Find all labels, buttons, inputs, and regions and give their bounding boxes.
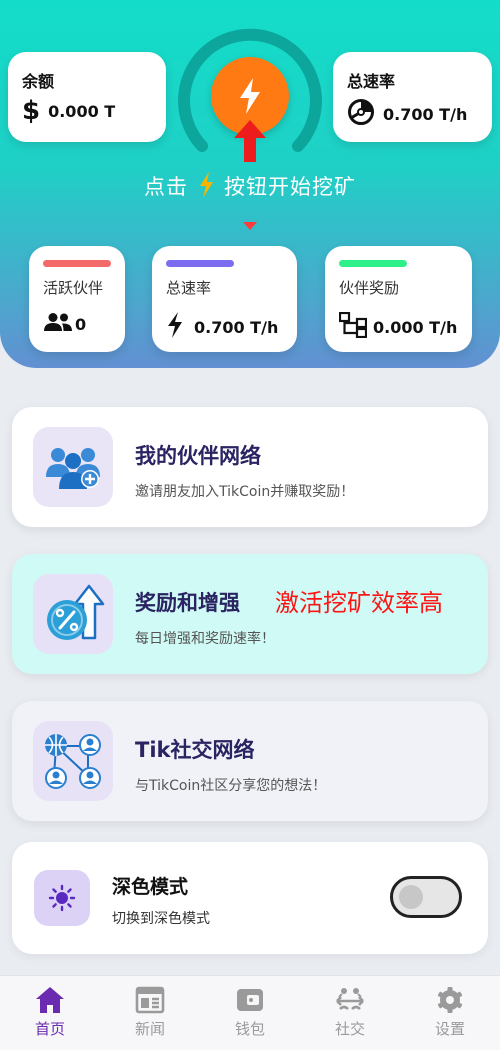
hint-bolt-icon <box>198 172 214 203</box>
social-network-icon <box>33 721 113 801</box>
settings-icon <box>437 987 463 1013</box>
balance-card: 余额 $ 0.000 T <box>8 52 166 142</box>
stat-bar <box>339 260 407 267</box>
mining-hint: 点击 按钮开始挖矿 <box>0 171 500 203</box>
bottom-nav: 首页 新闻 钱包 社交 设置 <box>0 975 500 1050</box>
add-partner-icon <box>33 427 113 507</box>
feature-title: Tik社交网络 <box>135 738 255 762</box>
stat-bar <box>43 260 111 267</box>
stat-label: 活跃伙伴 <box>43 279 104 297</box>
speed-gauge-icon <box>347 98 375 130</box>
nav-news[interactable]: 新闻 <box>115 986 185 1039</box>
partner-network-card[interactable]: 我的伙伴网络 邀请朋友加入TikCoin并赚取奖励！ <box>12 407 488 527</box>
up-arrow-icon <box>234 120 266 162</box>
nav-label: 钱包 <box>234 1020 265 1038</box>
total-rate-card: 总速率 0.700 T/h <box>333 52 492 142</box>
feature-title: 奖励和增强 <box>135 591 240 615</box>
news-icon <box>135 986 165 1014</box>
hint-text-before: 点击 <box>144 175 188 199</box>
down-pointer-icon <box>243 222 257 230</box>
stat-bar <box>166 260 234 267</box>
dark-mode-title: 深色模式 <box>112 876 189 898</box>
feature-subtitle: 邀请朋友加入TikCoin并赚取奖励！ <box>135 484 355 500</box>
balance-title: 余额 <box>22 72 55 91</box>
promo-text: 激活挖矿效率高 <box>275 589 443 617</box>
nav-social[interactable]: 社交 <box>315 986 385 1039</box>
dollar-icon: $ <box>22 96 41 126</box>
nav-label: 新闻 <box>134 1020 165 1038</box>
nav-label: 设置 <box>434 1020 465 1038</box>
feature-subtitle: 每日增强和奖励速率！ <box>135 631 275 647</box>
nav-label: 社交 <box>334 1020 365 1038</box>
balance-value: 0.000 T <box>48 101 116 121</box>
dark-mode-subtitle: 切换到深色模式 <box>112 911 210 927</box>
percent-boost-icon <box>33 574 113 654</box>
toggle-knob <box>399 885 423 909</box>
group-icon <box>43 312 73 336</box>
dark-mode-card: 深色模式 切换到深色模式 <box>12 842 488 954</box>
stat-active-partners: 活跃伙伴 0 <box>29 246 125 352</box>
sun-icon <box>34 870 90 926</box>
feature-subtitle: 与TikCoin社区分享您的想法！ <box>135 778 327 794</box>
network-tree-icon <box>338 311 368 342</box>
total-rate-title: 总速率 <box>347 72 396 91</box>
stat-partner-reward: 伙伴奖励 0.000 T/h <box>325 246 472 352</box>
feature-title: 我的伙伴网络 <box>135 444 261 468</box>
stat-label: 总速率 <box>166 279 212 297</box>
dark-mode-toggle[interactable] <box>390 876 462 918</box>
wallet-icon <box>237 989 263 1011</box>
stat-value: 0.000 T/h <box>373 317 458 337</box>
nav-home[interactable]: 首页 <box>15 986 85 1039</box>
rewards-boost-card[interactable]: 奖励和增强 激活挖矿效率高 每日增强和奖励速率！ <box>12 554 488 674</box>
stat-value: 0.700 T/h <box>194 317 279 337</box>
stat-value: 0 <box>75 314 87 334</box>
bolt-icon <box>166 312 184 342</box>
social-network-card[interactable]: Tik社交网络 与TikCoin社区分享您的想法！ <box>12 701 488 821</box>
stat-label: 伙伴奖励 <box>339 279 400 297</box>
hint-text-after: 按钮开始挖矿 <box>224 175 356 199</box>
nav-label: 首页 <box>34 1020 65 1038</box>
total-rate-value: 0.700 T/h <box>383 104 468 124</box>
social-icon <box>336 988 364 1010</box>
stat-total-rate: 总速率 0.700 T/h <box>152 246 297 352</box>
lightning-bolt-icon <box>240 78 260 114</box>
home-icon <box>36 987 64 1013</box>
header-panel: 余额 $ 0.000 T 总速率 0.700 T/h 点击 按钮开始挖矿 活跃伙… <box>0 0 500 368</box>
nav-settings[interactable]: 设置 <box>415 986 485 1039</box>
nav-wallet[interactable]: 钱包 <box>215 986 285 1039</box>
